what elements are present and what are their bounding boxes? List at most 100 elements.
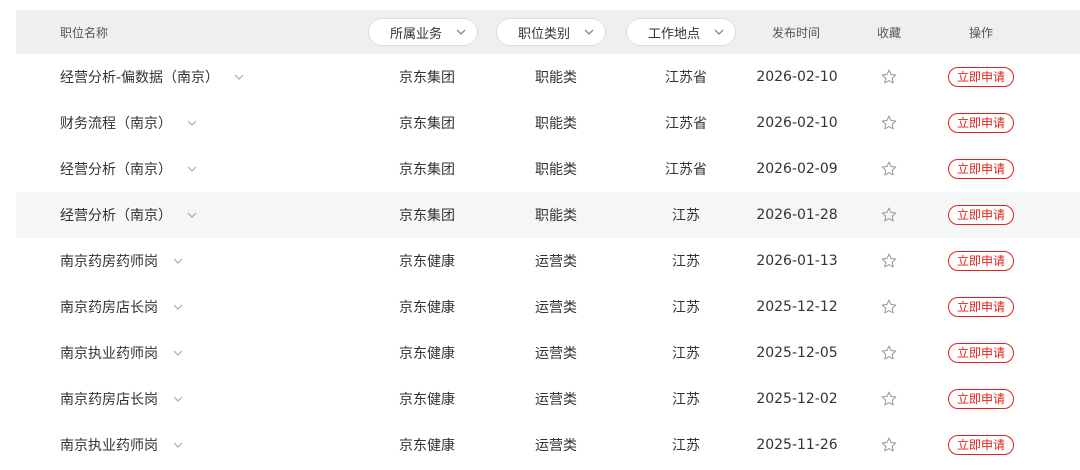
location-cell: 江苏省 <box>665 70 707 86</box>
table-row[interactable]: 南京药房药师岗 京东健康 运营类 江苏 2026-01-13 立即申请 <box>16 238 1080 284</box>
header-action-col: 操作 <box>968 25 993 40</box>
filter-business[interactable]: 所属业务 <box>368 18 478 46</box>
category-cell: 运营类 <box>535 438 577 454</box>
chevron-down-icon[interactable] <box>172 393 184 405</box>
filter-location-label: 工作地点 <box>647 26 700 42</box>
category-cell: 运营类 <box>535 300 577 316</box>
location-cell: 江苏 <box>672 346 700 362</box>
chevron-down-icon[interactable] <box>172 439 184 451</box>
job-title-cell[interactable]: 财务流程（南京） <box>60 100 360 146</box>
chevron-down-icon[interactable] <box>186 117 198 129</box>
action-cell: 立即申请 <box>948 146 1015 192</box>
star-icon[interactable] <box>880 298 898 316</box>
job-title-cell[interactable]: 南京执业药师岗 <box>60 330 360 376</box>
location-cell: 江苏 <box>672 254 700 270</box>
apply-button[interactable]: 立即申请 <box>948 159 1015 179</box>
favorite-cell <box>862 192 916 238</box>
favorite-cell <box>862 100 916 146</box>
chevron-down-icon[interactable] <box>172 301 184 313</box>
category-cell: 职能类 <box>535 208 577 224</box>
action-cell: 立即申请 <box>948 284 1015 330</box>
apply-button[interactable]: 立即申请 <box>948 205 1015 225</box>
job-title[interactable]: 经营分析-偏数据（南京） <box>60 67 219 87</box>
apply-button[interactable]: 立即申请 <box>948 435 1015 455</box>
publish-date-cell: 2026-02-10 <box>756 69 838 85</box>
action-cell: 立即申请 <box>948 422 1015 468</box>
apply-button[interactable]: 立即申请 <box>948 343 1015 363</box>
job-title-cell[interactable]: 经营分析-偏数据（南京） <box>60 54 360 100</box>
publish-date-cell: 2026-01-28 <box>756 207 838 223</box>
star-icon[interactable] <box>880 114 898 132</box>
job-title[interactable]: 南京执业药师岗 <box>60 343 158 363</box>
apply-button[interactable]: 立即申请 <box>948 113 1015 133</box>
chevron-down-icon <box>714 29 724 35</box>
chevron-down-icon <box>584 29 594 35</box>
table-row[interactable]: 经营分析-偏数据（南京） 京东集团 职能类 江苏省 2026-02-10 立即申… <box>16 54 1080 100</box>
apply-button[interactable]: 立即申请 <box>948 297 1015 317</box>
table-row[interactable]: 经营分析（南京） 京东集团 职能类 江苏省 2026-02-09 立即申请 <box>16 146 1080 192</box>
apply-button[interactable]: 立即申请 <box>948 67 1015 87</box>
action-cell: 立即申请 <box>948 238 1015 284</box>
filter-category-label: 职位类别 <box>517 26 570 42</box>
job-title-cell[interactable]: 经营分析（南京） <box>60 192 360 238</box>
chevron-down-icon[interactable] <box>172 255 184 267</box>
job-title-cell[interactable]: 南京药房药师岗 <box>60 238 360 284</box>
header-publish-col: 发布时间 <box>771 25 820 40</box>
job-title[interactable]: 南京药房店长岗 <box>60 297 158 317</box>
business-cell: 京东健康 <box>399 300 455 316</box>
job-title-cell[interactable]: 南京药房店长岗 <box>60 284 360 330</box>
apply-button[interactable]: 立即申请 <box>948 389 1015 409</box>
location-cell: 江苏省 <box>665 162 707 178</box>
chevron-down-icon[interactable] <box>186 209 198 221</box>
publish-date-cell: 2026-01-13 <box>756 253 838 269</box>
job-title[interactable]: 经营分析（南京） <box>60 159 172 179</box>
business-cell: 京东健康 <box>399 438 455 454</box>
publish-date-cell: 2025-12-12 <box>756 299 838 315</box>
publish-date-cell: 2025-12-05 <box>756 345 838 361</box>
table-header: 职位名称 所属业务 职位类别 工作地点 发布时间 收藏 操作 <box>16 10 1080 54</box>
job-title[interactable]: 南京药房店长岗 <box>60 389 158 409</box>
table-row[interactable]: 南京药房店长岗 京东健康 运营类 江苏 2025-12-02 立即申请 <box>16 376 1080 422</box>
filter-location[interactable]: 工作地点 <box>626 18 736 46</box>
chevron-down-icon[interactable] <box>172 347 184 359</box>
star-icon[interactable] <box>880 390 898 408</box>
table-row[interactable]: 南京执业药师岗 京东健康 运营类 江苏 2025-11-26 立即申请 <box>16 422 1080 468</box>
action-cell: 立即申请 <box>948 376 1015 422</box>
table-row[interactable]: 南京执业药师岗 京东健康 运营类 江苏 2025-12-05 立即申请 <box>16 330 1080 376</box>
action-cell: 立即申请 <box>948 54 1015 100</box>
category-cell: 运营类 <box>535 392 577 408</box>
table-row[interactable]: 经营分析（南京） 京东集团 职能类 江苏 2026-01-28 立即申请 <box>16 192 1080 238</box>
job-title[interactable]: 经营分析（南京） <box>60 205 172 225</box>
favorite-cell <box>862 238 916 284</box>
business-cell: 京东集团 <box>399 208 455 224</box>
star-icon[interactable] <box>880 68 898 86</box>
business-cell: 京东集团 <box>399 162 455 178</box>
location-cell: 江苏省 <box>665 116 707 132</box>
action-cell: 立即申请 <box>948 330 1015 376</box>
table-row[interactable]: 南京药房店长岗 京东健康 运营类 江苏 2025-12-12 立即申请 <box>16 284 1080 330</box>
star-icon[interactable] <box>880 160 898 178</box>
job-title[interactable]: 南京执业药师岗 <box>60 435 158 455</box>
publish-date-cell: 2025-12-02 <box>756 391 838 407</box>
filter-category[interactable]: 职位类别 <box>496 18 606 46</box>
apply-button[interactable]: 立即申请 <box>948 251 1015 271</box>
job-title-cell[interactable]: 经营分析（南京） <box>60 146 360 192</box>
job-title[interactable]: 财务流程（南京） <box>60 113 172 133</box>
job-title-cell[interactable]: 南京药房店长岗 <box>60 376 360 422</box>
location-cell: 江苏 <box>672 300 700 316</box>
location-cell: 江苏 <box>672 438 700 454</box>
category-cell: 职能类 <box>535 116 577 132</box>
business-cell: 京东健康 <box>399 254 455 270</box>
job-title-cell[interactable]: 南京执业药师岗 <box>60 422 360 468</box>
star-icon[interactable] <box>880 206 898 224</box>
action-cell: 立即申请 <box>948 192 1015 238</box>
star-icon[interactable] <box>880 252 898 270</box>
table-row[interactable]: 财务流程（南京） 京东集团 职能类 江苏省 2026-02-10 立即申请 <box>16 100 1080 146</box>
chevron-down-icon[interactable] <box>186 163 198 175</box>
publish-date-cell: 2026-02-10 <box>756 115 838 131</box>
category-cell: 运营类 <box>535 254 577 270</box>
chevron-down-icon[interactable] <box>233 71 245 83</box>
job-title[interactable]: 南京药房药师岗 <box>60 251 158 271</box>
star-icon[interactable] <box>880 436 898 454</box>
star-icon[interactable] <box>880 344 898 362</box>
